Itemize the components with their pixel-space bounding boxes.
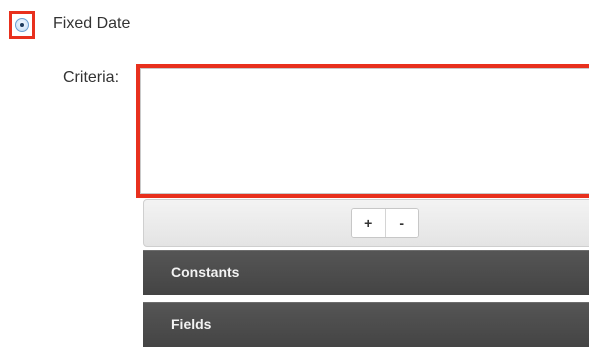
criteria-label: Criteria: — [63, 69, 120, 86]
fixed-date-radio-highlight[interactable] — [9, 11, 35, 39]
section-constants-title: Constants — [171, 264, 240, 280]
add-button[interactable]: + — [352, 209, 385, 237]
radio-selected-icon[interactable] — [15, 18, 29, 32]
section-fields-title: Fields — [171, 316, 212, 332]
remove-button[interactable]: - — [384, 209, 418, 237]
add-remove-button-group: + - — [351, 208, 419, 238]
criteria-toolbar: + - — [143, 199, 589, 247]
radio-dot — [20, 23, 24, 27]
fixed-date-label[interactable]: Fixed Date — [53, 15, 130, 33]
section-divider — [143, 295, 589, 302]
criteria-input[interactable] — [140, 68, 589, 194]
criteria-editor: Fixed Date Criteria: + - Constants Field… — [0, 0, 589, 349]
section-fields[interactable]: Fields — [143, 302, 589, 347]
section-constants[interactable]: Constants — [143, 250, 589, 295]
criteria-input-highlight — [136, 64, 589, 198]
